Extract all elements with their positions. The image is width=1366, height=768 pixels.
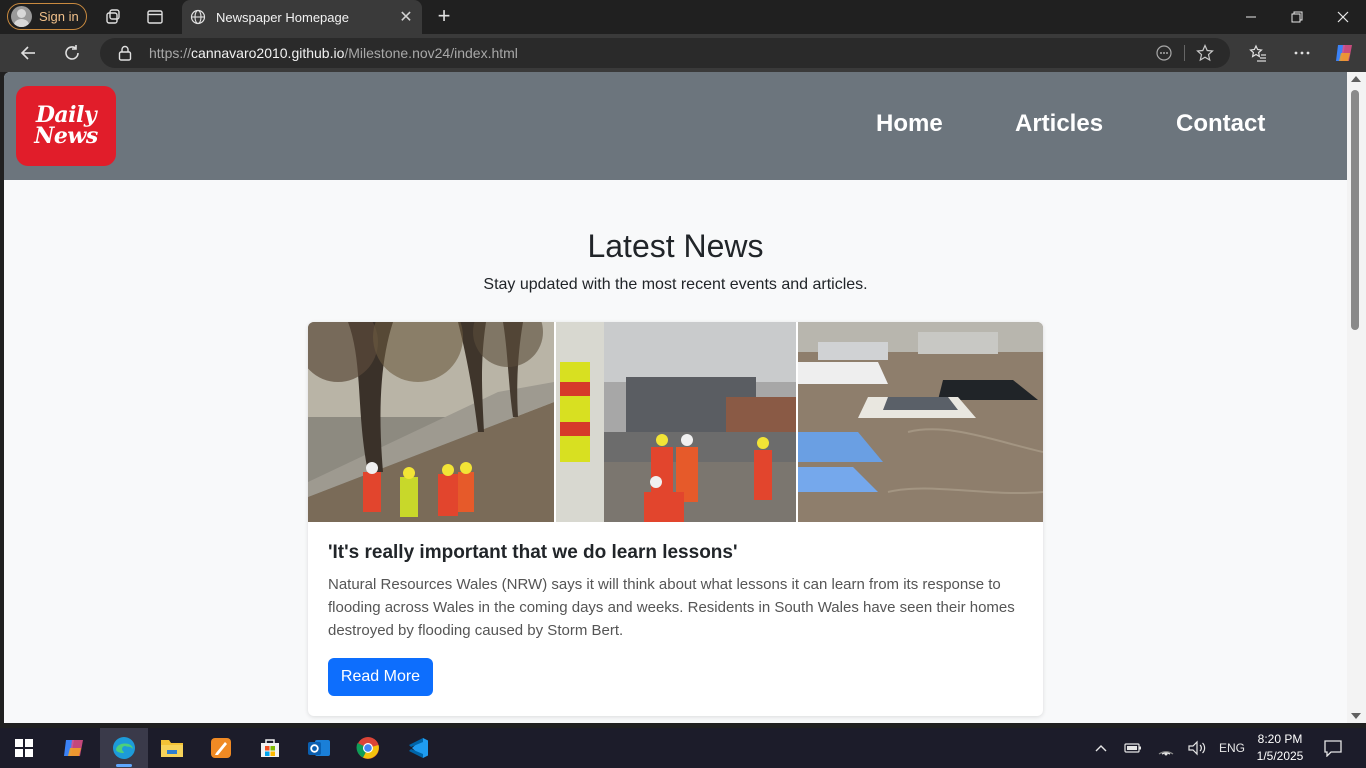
logo-line-2: News (34, 123, 98, 149)
taskbar-edge-icon[interactable] (100, 728, 148, 768)
notifications-icon[interactable] (1323, 728, 1343, 768)
reading-options-icon[interactable] (1152, 41, 1176, 65)
url-text[interactable]: https://cannavaro2010.github.io/Mileston… (149, 45, 518, 61)
url-scheme: https:// (149, 45, 192, 61)
sign-in-button[interactable]: Sign in (7, 3, 87, 30)
workspaces-icon[interactable] (101, 5, 125, 29)
page-scrollbar[interactable] (1347, 72, 1366, 723)
taskbar-copilot-icon[interactable] (50, 728, 98, 768)
scrollbar-thumb[interactable] (1351, 90, 1359, 330)
read-more-button[interactable]: Read More (328, 658, 433, 696)
nav-articles[interactable]: Articles (1015, 110, 1103, 138)
back-arrow-icon[interactable] (16, 41, 40, 65)
taskbar-clock[interactable]: 8:20 PM 1/5/2025 (1252, 731, 1308, 765)
copilot-icon[interactable] (1332, 41, 1356, 65)
daily-news-logo[interactable]: Daily News (16, 86, 116, 166)
flooded-cars-photo (798, 322, 1043, 522)
article-title: 'It's really important that we do learn … (328, 542, 738, 563)
url-path: /Milestone.nov24/index.html (344, 45, 518, 61)
favorite-star-icon[interactable] (1193, 41, 1217, 65)
taskbar-file-explorer-icon[interactable] (148, 728, 196, 768)
address-divider (1184, 45, 1185, 61)
clock-date: 1/5/2025 (1256, 749, 1304, 763)
taskbar-vscode-icon[interactable] (394, 728, 442, 768)
page-title: Latest News (587, 228, 764, 264)
tab-newspaper-homepage[interactable]: Newspaper Homepage ✕ (182, 0, 422, 34)
taskbar-pencil-app-icon[interactable] (197, 728, 245, 768)
taskbar-outlook-icon[interactable] (295, 728, 343, 768)
vertical-tabs-icon[interactable] (143, 5, 167, 29)
clock-time: 8:20 PM (1257, 732, 1303, 746)
restore-button[interactable] (1274, 0, 1320, 34)
nav-contact[interactable]: Contact (1176, 110, 1265, 138)
close-tab-icon[interactable]: ✕ (398, 9, 414, 26)
news-card: 'It's really important that we do learn … (308, 322, 1043, 716)
firefighters-photo (556, 322, 796, 522)
volume-icon[interactable] (1187, 728, 1207, 768)
browser-titlebar: Sign in Newspaper Homepage ✕ + (0, 0, 1366, 34)
article-summary: Natural Resources Wales (NRW) says it wi… (328, 576, 1015, 639)
flood-rescue-photo (308, 322, 554, 522)
page-viewport: Daily News Home Articles Contact Latest … (4, 72, 1347, 723)
taskbar-microsoft-store-icon[interactable] (246, 728, 294, 768)
globe-icon (190, 9, 206, 25)
battery-icon[interactable] (1124, 728, 1142, 768)
nav-home[interactable]: Home (876, 110, 943, 138)
show-hidden-icons[interactable] (1094, 728, 1108, 768)
favorites-icon[interactable] (1246, 41, 1270, 65)
network-icon[interactable] (1157, 728, 1175, 768)
tab-title: Newspaper Homepage (216, 9, 349, 25)
browser-toolbar: https://cannavaro2010.github.io/Mileston… (0, 34, 1366, 72)
lock-icon[interactable] (118, 45, 132, 61)
scroll-down-arrow-icon[interactable] (1351, 713, 1361, 719)
minimize-button[interactable] (1228, 0, 1274, 34)
address-bar[interactable]: https://cannavaro2010.github.io/Mileston… (100, 38, 1230, 68)
refresh-icon[interactable] (60, 41, 84, 65)
taskbar-chrome-icon[interactable] (344, 728, 392, 768)
url-host: cannavaro2010.github.io (191, 45, 345, 61)
page-subtitle: Stay updated with the most recent events… (483, 276, 868, 293)
taskbar: ENG 8:20 PM 1/5/2025 (0, 728, 1366, 768)
new-tab-button[interactable]: + (432, 5, 456, 29)
close-window-button[interactable] (1320, 0, 1366, 34)
more-options-icon[interactable] (1290, 41, 1314, 65)
sign-in-label: Sign in (39, 9, 79, 24)
site-header: Daily News Home Articles Contact (4, 72, 1347, 180)
language-indicator[interactable]: ENG (1219, 728, 1245, 768)
profile-avatar-icon (11, 6, 32, 27)
scroll-up-arrow-icon[interactable] (1351, 76, 1361, 82)
start-button[interactable] (0, 728, 48, 768)
article-image (308, 322, 1043, 522)
